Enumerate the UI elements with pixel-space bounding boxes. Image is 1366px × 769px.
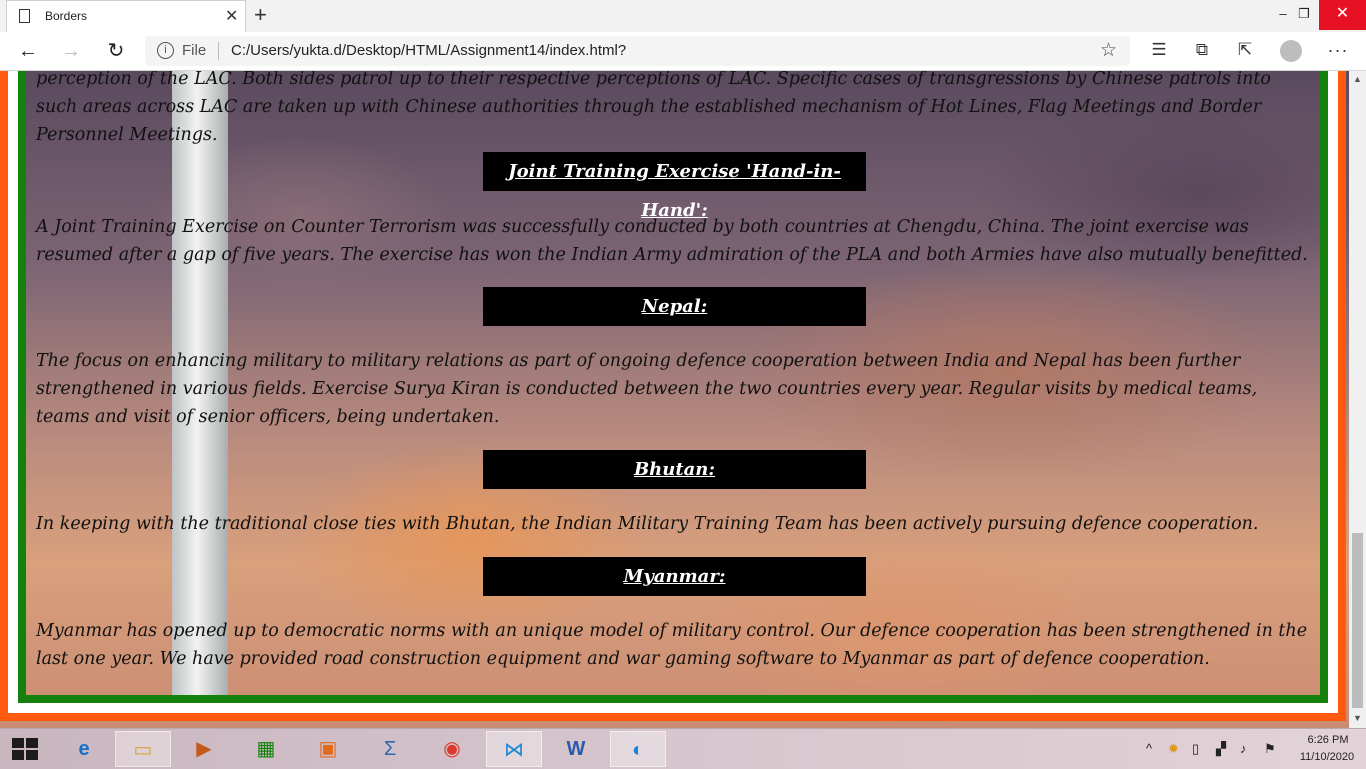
refresh-button[interactable]: ↻	[103, 38, 129, 64]
internet-explorer-icon[interactable]: e	[56, 731, 112, 767]
heading-myanmar: Myanmar:	[483, 557, 866, 596]
collections-icon[interactable]: ⧉	[1190, 38, 1214, 62]
vertical-scrollbar[interactable]: ▲ ▼	[1349, 71, 1366, 728]
tab-strip: Borders ✕ + – ❐ ✕	[0, 0, 1366, 32]
chrome-icon[interactable]: ◉	[424, 731, 480, 767]
page-viewport: perception of the LAC. Both sides patrol…	[0, 71, 1366, 728]
paragraph-myanmar: Myanmar has opened up to democratic norm…	[36, 621, 1308, 669]
network-icon[interactable]: ▞	[1216, 741, 1226, 757]
favorite-star-icon[interactable]: ☆	[1100, 39, 1117, 62]
windows-start-icon[interactable]	[12, 738, 38, 760]
url-text[interactable]: C:/Users/yukta.d/Desktop/HTML/Assignment…	[231, 42, 626, 59]
file-explorer-icon[interactable]: ▭	[115, 731, 171, 767]
store-icon[interactable]: ▦	[238, 731, 294, 767]
office-icon[interactable]: ▣	[300, 731, 356, 767]
heading-bhutan: Bhutan:	[483, 450, 866, 489]
profile-avatar[interactable]	[1280, 40, 1302, 62]
favorites-icon[interactable]: ☰	[1147, 38, 1171, 62]
tab-close-button[interactable]: ✕	[225, 6, 238, 26]
heading-nepal: Nepal:	[483, 287, 866, 326]
browser-tab[interactable]: Borders ✕	[6, 0, 246, 32]
divider	[218, 42, 219, 60]
taskbar: e ▭ ▶ ▦ ▣ Σ ◉ ⋈ W ◐ ^ ✹ ▯ ▞ ♪ ⚑ 6:26 PM …	[0, 728, 1366, 769]
edge-icon[interactable]: ◐	[610, 731, 666, 767]
new-tab-button[interactable]: +	[254, 2, 267, 28]
forward-button[interactable]: →	[58, 38, 84, 64]
scroll-down-icon[interactable]: ▼	[1353, 713, 1362, 723]
info-icon[interactable]: i	[157, 42, 174, 59]
protocol-label: File	[182, 42, 207, 59]
update-icon[interactable]: ✹	[1168, 741, 1179, 757]
heading-joint-training: Joint Training Exercise 'Hand-in-Hand':	[483, 152, 866, 221]
clock-time[interactable]: 6:26 PM	[1300, 734, 1356, 746]
paragraph-bhutan: In keeping with the traditional close ti…	[36, 514, 1259, 534]
paragraph-joint-training: A Joint Training Exercise on Counter Ter…	[36, 217, 1308, 265]
word-icon[interactable]: W	[548, 731, 604, 767]
document-icon	[19, 9, 30, 23]
toolbar: ← → ↻ i File C:/Users/yukta.d/Desktop/HT…	[0, 32, 1366, 71]
clock-date[interactable]: 11/10/2020	[1294, 751, 1360, 763]
vscode-icon[interactable]: ⋈	[486, 731, 542, 767]
address-bar[interactable]: i File C:/Users/yukta.d/Desktop/HTML/Ass…	[145, 36, 1130, 66]
action-center-flag-icon[interactable]: ⚑	[1264, 741, 1276, 757]
tab-title: Borders	[45, 9, 88, 23]
share-icon[interactable]: ⇱	[1233, 38, 1257, 62]
volume-icon[interactable]: ♪	[1240, 741, 1247, 756]
scroll-thumb[interactable]	[1352, 533, 1363, 708]
more-menu-icon[interactable]: ···	[1326, 38, 1350, 62]
media-player-icon[interactable]: ▶	[176, 731, 232, 767]
back-button[interactable]: ←	[15, 38, 41, 64]
paragraph-nepal: The focus on enhancing military to milit…	[36, 351, 1258, 427]
scroll-up-icon[interactable]: ▲	[1353, 74, 1362, 84]
close-window-button[interactable]: ✕	[1319, 0, 1366, 30]
math-input-icon[interactable]: Σ	[362, 731, 418, 767]
paragraph-lac: perception of the LAC. Both sides patrol…	[36, 71, 1271, 145]
show-hidden-icons-icon[interactable]: ^	[1146, 741, 1152, 756]
battery-icon[interactable]: ▯	[1192, 741, 1199, 757]
